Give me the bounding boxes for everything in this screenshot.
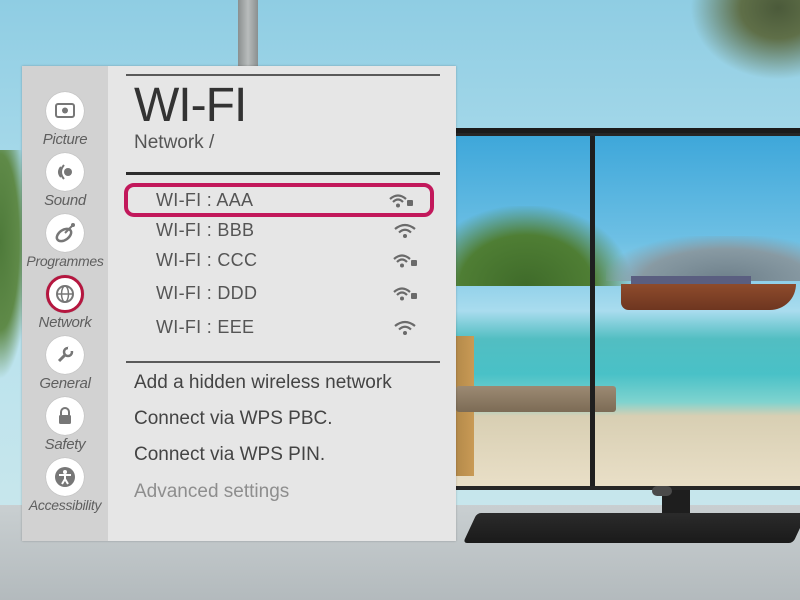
network-name: WI-FI : EEE (156, 317, 255, 337)
tv-screen (456, 136, 800, 486)
sound-icon (46, 153, 84, 191)
sidebar-item-sound[interactable]: Sound (22, 153, 108, 215)
sidebar-item-programmes[interactable]: Programmes (22, 214, 108, 276)
top-divider (126, 74, 440, 76)
network-name: WI-FI : BBB (156, 220, 255, 240)
add-hidden-network-option[interactable]: Add a hidden wireless network (134, 372, 392, 394)
sidebar-item-label: Network (38, 314, 92, 331)
tv-logo (652, 486, 672, 496)
wifi-icon (392, 320, 418, 341)
network-item-aaa[interactable]: WI-FI : AAA (124, 183, 434, 217)
sidebar-item-label: General (39, 375, 91, 392)
lock-icon (46, 397, 84, 435)
programmes-icon (46, 214, 84, 252)
network-item-eee[interactable]: WI-FI : EEE (130, 312, 432, 344)
network-item-ccc[interactable]: WI-FI : CCC (130, 245, 432, 277)
breadcrumb: Network / (134, 132, 215, 153)
background-leaves (690, 0, 800, 80)
settings-content: WI-FI Network / WI-FI : AAA WI-FI : BBB … (108, 66, 456, 541)
sidebar-item-label: Safety (44, 436, 86, 453)
settings-sidebar: Picture Sound Programmes Network General (22, 66, 108, 541)
header-divider (126, 172, 440, 175)
accessibility-icon (46, 458, 84, 496)
wifi-icon (392, 223, 418, 244)
screen-island (456, 206, 631, 286)
network-item-bbb[interactable]: WI-FI : BBB (130, 215, 432, 247)
list-divider (126, 361, 440, 363)
background-pole (238, 0, 258, 68)
sidebar-item-label: Sound (44, 192, 86, 209)
sidebar-item-safety[interactable]: Safety (22, 397, 108, 459)
screen-divider (590, 136, 595, 486)
sidebar-item-label: Programmes (26, 253, 104, 269)
wifi-secured-icon (392, 253, 418, 274)
wps-pbc-option[interactable]: Connect via WPS PBC. (134, 408, 333, 430)
tv-stand (463, 513, 800, 543)
sidebar-item-label: Accessibility (28, 497, 102, 513)
sidebar-item-picture[interactable]: Picture (22, 92, 108, 154)
page-title: WI-FI (134, 79, 247, 132)
network-name: WI-FI : CCC (156, 250, 258, 270)
wifi-secured-icon (392, 286, 418, 307)
wifi-secured-icon (388, 193, 414, 214)
sidebar-item-accessibility[interactable]: Accessibility (22, 458, 108, 520)
network-name: WI-FI : DDD (156, 283, 258, 303)
picture-icon (46, 92, 84, 130)
network-name: WI-FI : AAA (156, 190, 254, 210)
general-icon (46, 336, 84, 374)
advanced-settings-option[interactable]: Advanced settings (134, 481, 289, 503)
screen-mountains (606, 236, 800, 281)
network-item-ddd[interactable]: WI-FI : DDD (130, 278, 432, 310)
sidebar-item-network[interactable]: Network (22, 275, 108, 337)
network-icon (46, 275, 84, 313)
screen-boat (621, 284, 796, 310)
sidebar-item-label: Picture (42, 131, 88, 148)
wps-pin-option[interactable]: Connect via WPS PIN. (134, 444, 325, 466)
sidebar-item-general[interactable]: General (22, 336, 108, 398)
settings-panel: Picture Sound Programmes Network General (22, 66, 456, 541)
